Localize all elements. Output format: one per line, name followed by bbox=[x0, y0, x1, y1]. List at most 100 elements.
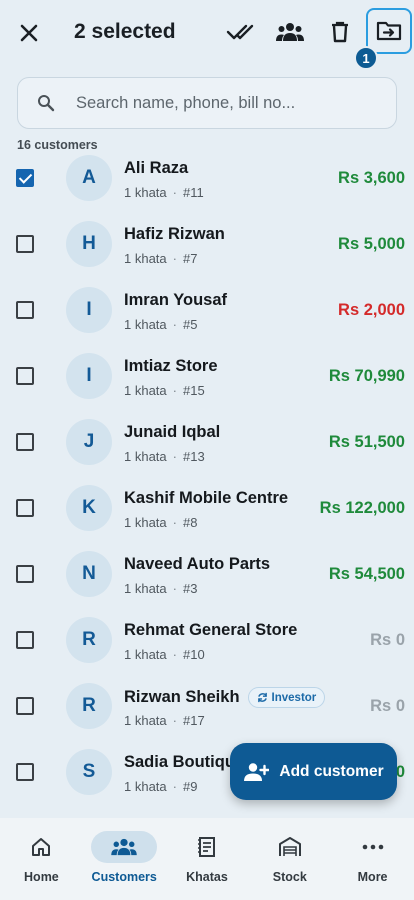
customer-name: Kashif Mobile Centre bbox=[124, 489, 289, 507]
row-checkbox[interactable] bbox=[16, 367, 34, 385]
close-selection-button[interactable] bbox=[12, 16, 46, 50]
add-customer-button[interactable]: Add customer bbox=[230, 743, 397, 800]
nav-home[interactable]: Home bbox=[0, 818, 83, 900]
nav-label-khatas: Khatas bbox=[186, 870, 228, 884]
investor-tag: Investor bbox=[247, 687, 326, 708]
avatar: A bbox=[66, 155, 112, 201]
customer-name-with-tag: Rizwan Sheikh Investor bbox=[124, 687, 326, 708]
avatar: I bbox=[66, 287, 112, 333]
nav-stock[interactable]: Stock bbox=[248, 818, 331, 900]
row-checkbox[interactable] bbox=[16, 235, 34, 253]
customer-row[interactable]: A Ali Raza 1 khata · #11 Rs 3,600 bbox=[0, 146, 414, 212]
customer-row[interactable]: R Rizwan Sheikh Investor 1 khata · #17 Rs … bbox=[0, 674, 414, 740]
search-input[interactable] bbox=[76, 93, 386, 113]
avatar: I bbox=[66, 353, 112, 399]
customer-meta: 1 khata · #9 bbox=[124, 779, 198, 794]
khata-count: 1 khata bbox=[124, 185, 167, 200]
balance-amount: Rs 2,000 bbox=[338, 301, 405, 319]
warehouse-icon bbox=[278, 837, 301, 856]
avatar: H bbox=[66, 221, 112, 267]
customer-row[interactable]: I Imran Yousaf 1 khata · #5 Rs 2,000 bbox=[0, 278, 414, 344]
home-icon bbox=[32, 838, 51, 856]
khata-count: 1 khata bbox=[124, 251, 167, 266]
balance-amount: Rs 122,000 bbox=[319, 499, 405, 517]
customer-number: #5 bbox=[183, 317, 198, 332]
customer-meta: 1 khata · #7 bbox=[124, 251, 198, 266]
nav-more[interactable]: More bbox=[331, 818, 414, 900]
balance-amount: Rs 0 bbox=[370, 697, 405, 715]
nav-label-customers: Customers bbox=[91, 870, 157, 884]
avatar: S bbox=[66, 749, 112, 795]
row-checkbox[interactable] bbox=[16, 499, 34, 517]
khata-count: 1 khata bbox=[124, 317, 167, 332]
step-badge: 1 bbox=[354, 46, 378, 70]
customer-number: #10 bbox=[183, 647, 205, 662]
customers-icon bbox=[111, 838, 137, 856]
customer-list: A Ali Raza 1 khata · #11 Rs 3,600 H Hafiz … bbox=[0, 146, 414, 806]
balance-amount: Rs 70,990 bbox=[328, 367, 405, 385]
customer-row[interactable]: R Rehmat General Store 1 khata · #10 Rs 0 bbox=[0, 608, 414, 674]
row-checkbox[interactable] bbox=[16, 763, 34, 781]
search-icon bbox=[22, 94, 70, 112]
row-checkbox[interactable] bbox=[16, 565, 34, 583]
row-checkbox[interactable] bbox=[16, 697, 34, 715]
customer-meta: 1 khata · #5 bbox=[124, 317, 198, 332]
customer-meta: 1 khata · #8 bbox=[124, 515, 198, 530]
customer-name: Rehmat General Store bbox=[124, 621, 298, 639]
customer-name: Sadia Boutique bbox=[124, 753, 245, 771]
customer-number: #13 bbox=[183, 449, 205, 464]
select-all-button[interactable] bbox=[222, 14, 258, 50]
sync-icon bbox=[257, 692, 267, 703]
ledger-icon bbox=[197, 837, 215, 857]
khata-count: 1 khata bbox=[124, 449, 167, 464]
customer-name: Imtiaz Store bbox=[124, 357, 218, 375]
customer-name: Hafiz Rizwan bbox=[124, 225, 225, 243]
group-icon bbox=[276, 23, 304, 41]
customer-meta: 1 khata · #11 bbox=[124, 185, 204, 200]
add-customer-label: Add customer bbox=[279, 762, 384, 780]
nav-label-home: Home bbox=[24, 870, 59, 884]
tag-label: Investor bbox=[271, 691, 317, 704]
double-check-icon bbox=[226, 24, 254, 40]
khata-count: 1 khata bbox=[124, 581, 167, 596]
row-checkbox[interactable] bbox=[16, 631, 34, 649]
customer-number: #8 bbox=[183, 515, 198, 530]
avatar: R bbox=[66, 683, 112, 729]
trash-icon bbox=[332, 21, 348, 43]
move-to-folder-button[interactable] bbox=[366, 8, 412, 54]
avatar: J bbox=[66, 419, 112, 465]
customer-number: #9 bbox=[183, 779, 198, 794]
nav-khatas[interactable]: Khatas bbox=[166, 818, 249, 900]
customer-row[interactable]: J Junaid Iqbal 1 khata · #13 Rs 51,500 bbox=[0, 410, 414, 476]
customer-row[interactable]: K Kashif Mobile Centre 1 khata · #8 Rs 122… bbox=[0, 476, 414, 542]
search-bar[interactable] bbox=[17, 77, 397, 129]
row-checkbox[interactable] bbox=[16, 169, 34, 187]
balance-amount: Rs 51,500 bbox=[328, 433, 405, 451]
customer-row[interactable]: H Hafiz Rizwan 1 khata · #7 Rs 5,000 bbox=[0, 212, 414, 278]
assign-group-button[interactable] bbox=[272, 14, 308, 50]
customer-name: Naveed Auto Parts bbox=[124, 555, 271, 573]
customer-name: Junaid Iqbal bbox=[124, 423, 221, 441]
nav-label-more: More bbox=[357, 870, 388, 884]
customer-name: Rizwan Sheikh bbox=[124, 688, 240, 706]
customer-number: #3 bbox=[183, 581, 198, 596]
delete-button[interactable] bbox=[322, 14, 358, 50]
khata-count: 1 khata bbox=[124, 383, 167, 398]
bottom-navigation: Home Customers Khatas Stock More bbox=[0, 818, 414, 900]
khata-count: 1 khata bbox=[124, 515, 167, 530]
khata-count: 1 khata bbox=[124, 779, 167, 794]
row-checkbox[interactable] bbox=[16, 433, 34, 451]
customer-meta: 1 khata · #15 bbox=[124, 383, 205, 398]
move-to-folder-icon bbox=[376, 21, 402, 41]
balance-amount: Rs 0 bbox=[370, 631, 405, 649]
khata-count: 1 khata bbox=[124, 647, 167, 662]
avatar: N bbox=[66, 551, 112, 597]
customer-row[interactable]: N Naveed Auto Parts 1 khata · #3 Rs 54,500 bbox=[0, 542, 414, 608]
row-checkbox[interactable] bbox=[16, 301, 34, 319]
avatar: R bbox=[66, 617, 112, 663]
close-icon bbox=[20, 24, 38, 42]
customer-row[interactable]: I Imtiaz Store 1 khata · #15 Rs 70,990 bbox=[0, 344, 414, 410]
avatar: K bbox=[66, 485, 112, 531]
nav-customers[interactable]: Customers bbox=[83, 818, 166, 900]
balance-amount: Rs 54,500 bbox=[328, 565, 405, 583]
